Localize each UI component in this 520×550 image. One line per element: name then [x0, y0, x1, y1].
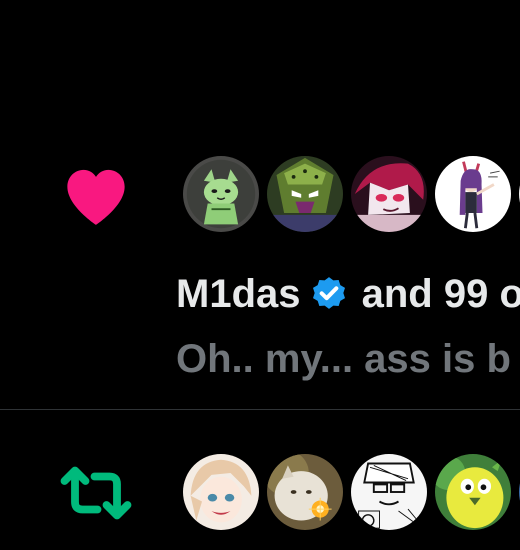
heart-icon — [67, 169, 125, 225]
avatar[interactable] — [516, 153, 520, 235]
avatar[interactable] — [264, 451, 346, 533]
avatar[interactable] — [432, 451, 514, 533]
avatar[interactable] — [264, 153, 346, 235]
avatar-green-yellow-bird — [435, 454, 511, 530]
verified-icon — [312, 277, 345, 309]
avatar-cell-character — [267, 156, 343, 232]
avatar[interactable] — [516, 451, 520, 533]
avatar[interactable] — [180, 153, 262, 235]
avatar[interactable] — [432, 153, 514, 235]
post-preview[interactable]: Oh.. my... ass is b — [176, 335, 511, 383]
others-count-text: and 99 o — [350, 272, 520, 316]
avatar[interactable] — [180, 451, 262, 533]
liker-avatars — [180, 153, 520, 235]
like-headline[interactable]: M1das and 99 o — [176, 270, 520, 318]
repost-notification[interactable] — [0, 410, 520, 550]
retweet-icon — [60, 466, 132, 520]
reposter-avatars — [180, 451, 520, 533]
avatar-manga-sketch — [351, 454, 427, 530]
avatar-green-cat — [183, 156, 259, 232]
actor-name[interactable]: M1das — [176, 272, 301, 316]
avatar[interactable] — [348, 153, 430, 235]
like-notification[interactable]: M1das and 99 o Oh.. my... ass is b — [0, 0, 520, 409]
avatar-cat-photo — [267, 454, 343, 530]
avatar-purple-hair-character — [435, 156, 511, 232]
avatar-red-hair-character — [351, 156, 427, 232]
avatar-anime-blonde — [183, 454, 259, 530]
avatar[interactable] — [348, 451, 430, 533]
